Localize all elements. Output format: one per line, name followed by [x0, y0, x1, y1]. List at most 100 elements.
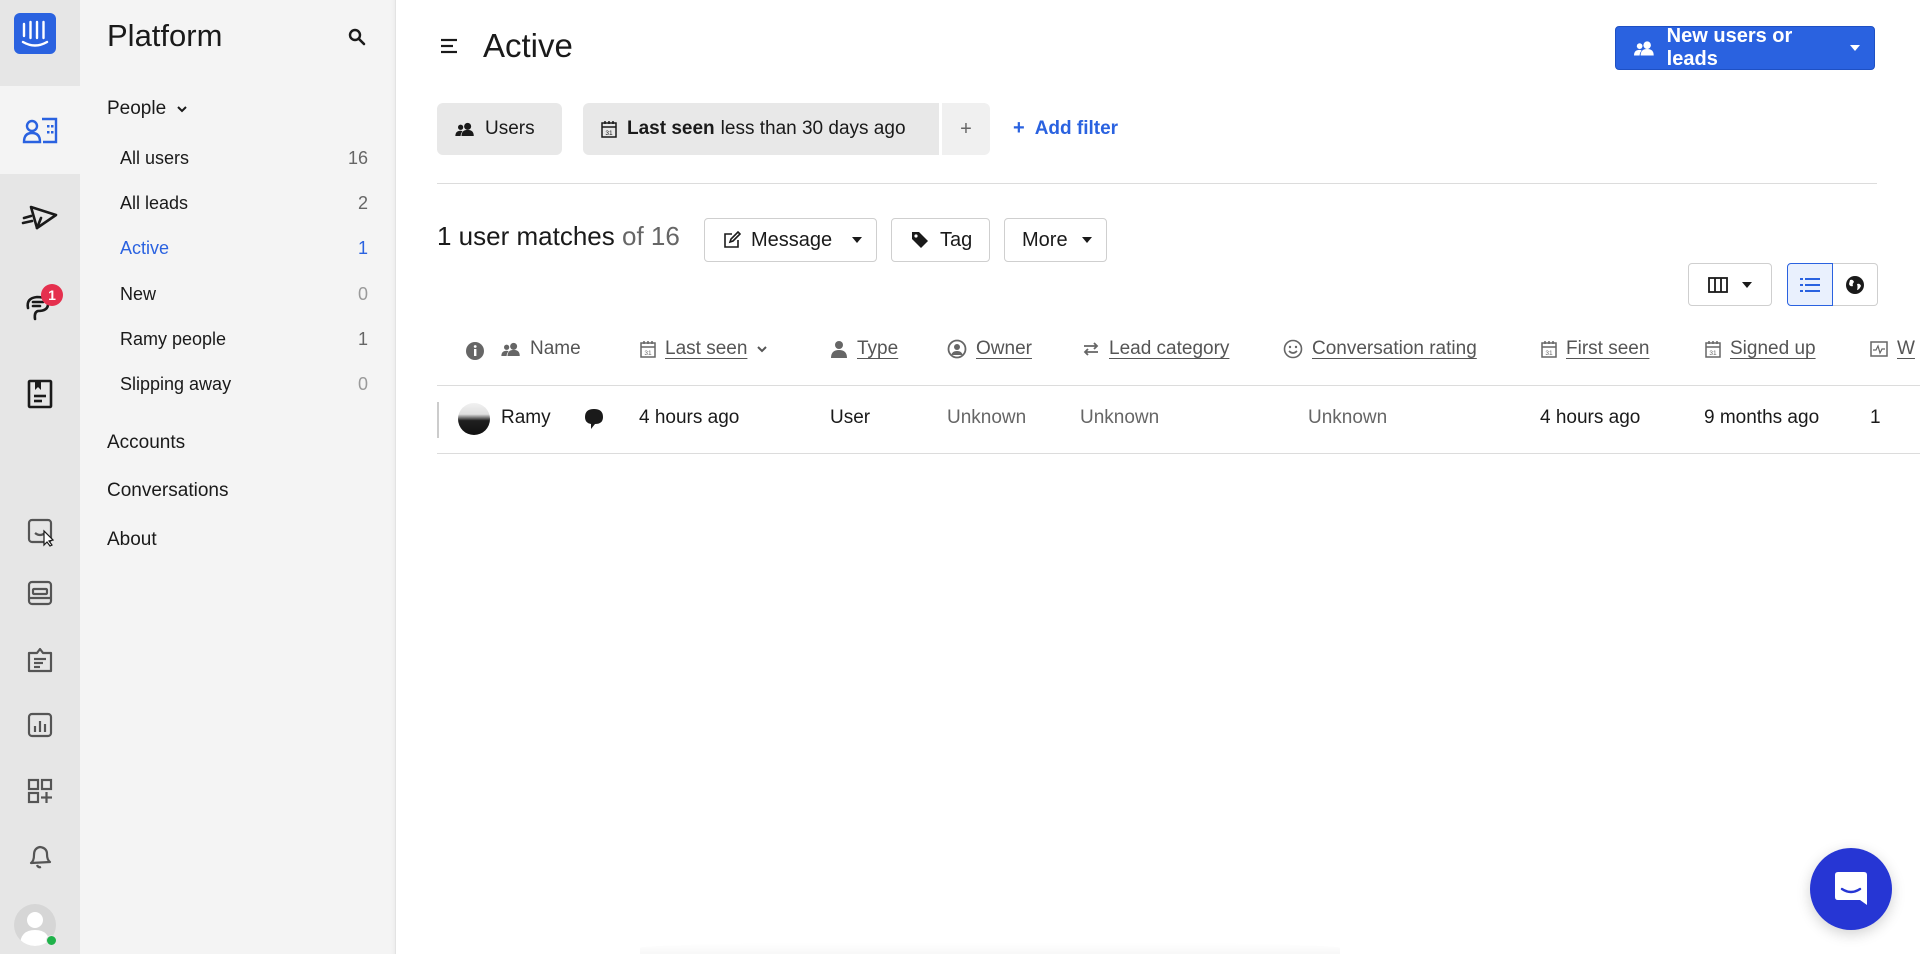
calendar-icon: 31 [1541, 341, 1557, 358]
primary-button-label: New users or leads [1666, 25, 1793, 70]
calendar-icon: 31 [640, 341, 656, 358]
table-row-divider [437, 453, 1920, 454]
cell-name[interactable]: Ramy [501, 407, 551, 429]
chevron-down-icon [177, 106, 187, 113]
column-label: Lead category [1109, 338, 1230, 359]
filter-divider [437, 183, 1877, 184]
column-header-conversation-rating[interactable]: Conversation rating [1283, 338, 1477, 360]
match-total-text: of 16 [621, 221, 680, 251]
owner-icon [947, 339, 967, 359]
users-icon [1634, 41, 1654, 56]
sidebar-section-conversations[interactable]: Conversations [107, 480, 228, 502]
column-label: First seen [1566, 338, 1650, 359]
nav-label: Active [120, 238, 170, 258]
cell-lead-category: Unknown [1080, 407, 1160, 428]
person-icon [831, 341, 847, 358]
sidebar-section-accounts[interactable]: Accounts [107, 432, 185, 454]
column-header-owner[interactable]: Owner [947, 338, 1032, 360]
page-title: Active [483, 27, 573, 64]
rail-messenger[interactable] [0, 502, 80, 562]
rail-outbound[interactable] [0, 174, 80, 262]
more-actions-button[interactable]: More [1004, 218, 1107, 262]
cell-first-seen: 4 hours ago [1540, 407, 1641, 428]
columns-icon [1708, 276, 1728, 293]
new-users-or-leads-button[interactable]: New users or leads [1615, 25, 1875, 70]
column-header-last-seen[interactable]: 31 Last seen [640, 338, 768, 360]
sidebar-item-all-users[interactable]: All users 16 [120, 148, 368, 169]
tag-button[interactable]: Tag [891, 218, 990, 262]
rail-operator[interactable] [0, 563, 80, 623]
apps-add-icon [27, 778, 53, 804]
audience-label: Users [485, 118, 535, 139]
column-picker-button[interactable] [1688, 263, 1772, 306]
sidebar-item-new[interactable]: New 0 [120, 284, 368, 305]
sidebar-title: Platform [107, 18, 223, 53]
sidebar-section-about[interactable]: About [107, 529, 157, 551]
column-label: Conversation rating [1312, 338, 1477, 359]
intercom-logo-icon[interactable] [14, 13, 56, 54]
cell-last-seen: 4 hours ago [639, 407, 740, 428]
list-view-toggle[interactable] [1787, 263, 1833, 306]
add-filter-button[interactable]: + Add filter [1013, 117, 1118, 140]
sidebar-item-all-leads[interactable]: All leads 2 [120, 193, 368, 214]
nav-label: All users [120, 148, 190, 168]
audience-filter-chip[interactable]: Users [437, 103, 562, 155]
row-indicator [437, 402, 439, 438]
rail-apps[interactable] [0, 761, 80, 821]
list-icon [1800, 277, 1820, 292]
column-header-type[interactable]: Type [830, 338, 898, 360]
users-icon [501, 342, 520, 356]
sidebar-section-people[interactable]: People [107, 98, 188, 120]
rail-notifications[interactable] [0, 827, 80, 887]
nav-count: 1 [357, 329, 368, 349]
column-header-signed-up[interactable]: 31 Signed up [1705, 338, 1816, 360]
outbound-send-icon [21, 205, 58, 230]
rail-tickets[interactable] [0, 629, 80, 689]
column-label: W [1897, 338, 1915, 359]
column-header-lead-category[interactable]: Lead category [1082, 338, 1229, 360]
unread-badge: 1 [41, 284, 63, 306]
rail-reports[interactable] [0, 695, 80, 755]
message-label: Message [751, 228, 833, 251]
column-header-truncated[interactable]: W [1870, 338, 1915, 360]
user-avatar[interactable] [458, 403, 490, 435]
cell-owner: Unknown [947, 407, 1027, 428]
column-header-name[interactable]: Name [501, 338, 581, 360]
messenger-chat-icon [1835, 872, 1867, 905]
filter-attribute: Last seen [627, 118, 715, 139]
rail-contacts[interactable] [0, 86, 80, 174]
filter-value: less than 30 days ago [720, 118, 906, 139]
table-header-divider [437, 385, 1920, 386]
nav-count: 16 [347, 148, 368, 168]
map-view-toggle[interactable] [1833, 263, 1878, 306]
conversation-bubble-icon[interactable] [584, 408, 604, 430]
sidebar-item-active[interactable]: Active 1 [120, 238, 368, 259]
sidebar-search-button[interactable] [348, 28, 366, 51]
svg-text:31: 31 [1709, 350, 1717, 357]
nav-label: New [120, 284, 157, 304]
svg-text:31: 31 [605, 130, 613, 137]
last-seen-filter-chip[interactable]: 31 Last seen less than 30 days ago [583, 103, 939, 155]
rail-inbox[interactable]: 1 [0, 262, 80, 350]
plus-icon: + [1013, 117, 1025, 139]
toggle-sidebar-button[interactable] [440, 37, 458, 60]
tag-icon [912, 232, 928, 248]
people-label: People [107, 98, 167, 119]
sidebar-item-slipping-away[interactable]: Slipping away 0 [120, 374, 368, 395]
info-icon[interactable] [465, 341, 485, 361]
online-status-indicator [46, 935, 57, 946]
calendar-icon: 31 [601, 121, 617, 138]
operator-icon [27, 580, 53, 606]
sidebar-item-ramy-people[interactable]: Ramy people 1 [120, 329, 368, 350]
add-filter-label: Add filter [1034, 117, 1119, 139]
add-condition-button[interactable]: + [942, 103, 990, 155]
messenger-launcher-button[interactable] [1810, 848, 1892, 930]
message-button[interactable]: Message [704, 218, 877, 262]
column-header-first-seen[interactable]: 31 First seen [1541, 338, 1649, 360]
rail-articles[interactable] [0, 350, 80, 438]
articles-icon [27, 379, 53, 409]
globe-icon [1846, 275, 1864, 294]
messenger-icon [27, 518, 54, 547]
column-label: Last seen [665, 338, 748, 359]
swap-arrows-icon [1083, 342, 1099, 356]
